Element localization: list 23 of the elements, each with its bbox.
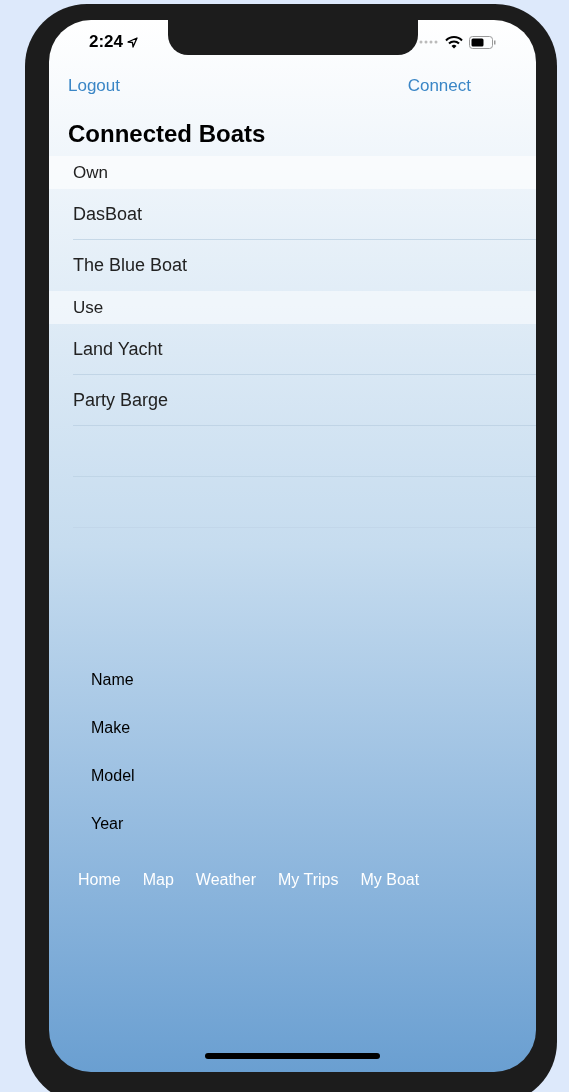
screen-title: Connected Boats [67, 119, 267, 149]
form-label: Make [91, 718, 131, 738]
form-label: Model [91, 766, 135, 786]
form-label: Year [91, 814, 124, 834]
boat-list-item[interactable]: Land Yacht [73, 335, 163, 363]
battery-icon [469, 35, 496, 49]
section-header: Use [73, 296, 104, 319]
boat-list-item[interactable]: DasBoat [73, 200, 143, 228]
logout-button[interactable]: Logout [68, 73, 120, 99]
boat-list-item[interactable]: The Blue Boat [73, 252, 188, 279]
tab-bar-item[interactable]: My Boat [360, 868, 420, 892]
section-header: Own [73, 161, 108, 184]
signal-dots-icon [419, 40, 439, 44]
connect-button[interactable]: Connect [407, 73, 471, 99]
form-label: Name [91, 670, 134, 690]
tab-bar-item[interactable]: Home [78, 868, 121, 892]
tab-bar-item[interactable]: Weather [195, 868, 256, 892]
tab-bar-item[interactable]: Map [142, 868, 174, 892]
status-time: 2:24 [89, 31, 124, 54]
tab-bar-item[interactable]: My Trips [278, 868, 339, 892]
boat-list-item[interactable]: Party Barge [73, 386, 169, 414]
location-arrow-icon [127, 36, 139, 48]
wifi-icon [445, 35, 463, 49]
